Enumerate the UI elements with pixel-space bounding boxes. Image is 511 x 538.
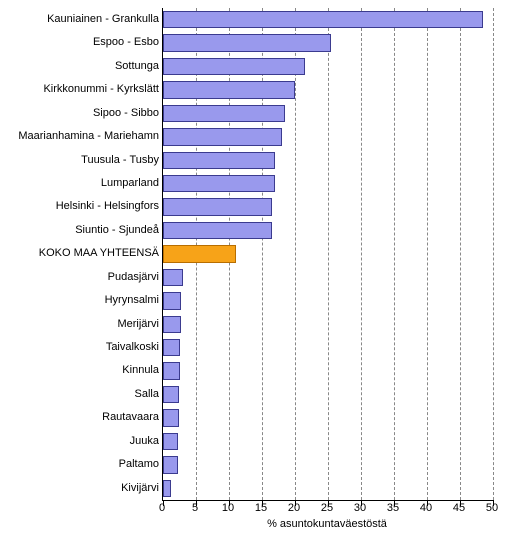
bar-row [163,313,493,336]
bar [163,292,181,309]
x-tick-label: 35 [387,502,399,514]
category-label: Sottunga [0,55,159,78]
category-label: Paltamo [0,453,159,476]
bar-row [163,289,493,312]
category-label: Maarianhamina - Mariehamn [0,125,159,148]
bar [163,175,275,192]
bar-row [163,172,493,195]
bar-row [163,430,493,453]
bar [163,386,179,403]
x-tick-label: 0 [159,502,165,514]
category-label: Hyrynsalmi [0,289,159,312]
category-label: KOKO MAA YHTEENSÄ [0,242,159,265]
bar-row [163,336,493,359]
bar-row [163,125,493,148]
category-label: Helsinki - Helsingfors [0,195,159,218]
bar-highlight [163,245,236,262]
category-label: Siuntio - Sjundeå [0,219,159,242]
bar-row [163,8,493,31]
x-tick-label: 30 [354,502,366,514]
bar-row [163,477,493,500]
bar [163,128,282,145]
bar-row [163,242,493,265]
x-tick-label: 40 [420,502,432,514]
x-tick-label: 5 [192,502,198,514]
bar [163,222,272,239]
bar-row [163,195,493,218]
bar [163,81,295,98]
x-tick-label: 20 [288,502,300,514]
category-label: Juuka [0,430,159,453]
bar-row [163,266,493,289]
category-label: Salla [0,383,159,406]
bar [163,269,183,286]
x-tick-label: 50 [486,502,498,514]
x-tick-label: 10 [222,502,234,514]
category-label: Pudasjärvi [0,266,159,289]
bar-row [163,359,493,382]
bar [163,480,171,497]
category-label: Taivalkoski [0,336,159,359]
x-tick-label: 45 [453,502,465,514]
bar [163,362,180,379]
bar [163,339,180,356]
bar [163,152,275,169]
bar [163,11,483,28]
bar-row [163,219,493,242]
bar [163,456,178,473]
category-label: Tuusula - Tusby [0,149,159,172]
bar [163,409,179,426]
gridline [493,8,494,500]
category-label: Rautavaara [0,406,159,429]
category-label: Kauniainen - Grankulla [0,8,159,31]
x-tick-label: 25 [321,502,333,514]
category-label: Lumparland [0,172,159,195]
category-label: Espoo - Esbo [0,31,159,54]
bar [163,433,178,450]
category-label: Sipoo - Sibbo [0,102,159,125]
bar-row [163,406,493,429]
plot-area [162,8,493,501]
bar-row [163,383,493,406]
category-label: Merijärvi [0,313,159,336]
bar [163,58,305,75]
bar-row [163,453,493,476]
category-label: Kinnula [0,359,159,382]
bars-container [163,8,493,500]
category-label: Kirkkonummi - Kyrkslätt [0,78,159,101]
bar-row [163,55,493,78]
bar-row [163,102,493,125]
bar [163,105,285,122]
bar-row [163,149,493,172]
bar [163,198,272,215]
x-tick-label: 15 [255,502,267,514]
bar-row [163,78,493,101]
bar-chart: Kauniainen - GrankullaEspoo - EsboSottun… [0,0,511,538]
category-label: Kivijärvi [0,477,159,500]
x-axis-label: % asuntokuntaväestöstä [162,518,492,530]
bar [163,34,331,51]
bar-row [163,31,493,54]
bar [163,316,181,333]
